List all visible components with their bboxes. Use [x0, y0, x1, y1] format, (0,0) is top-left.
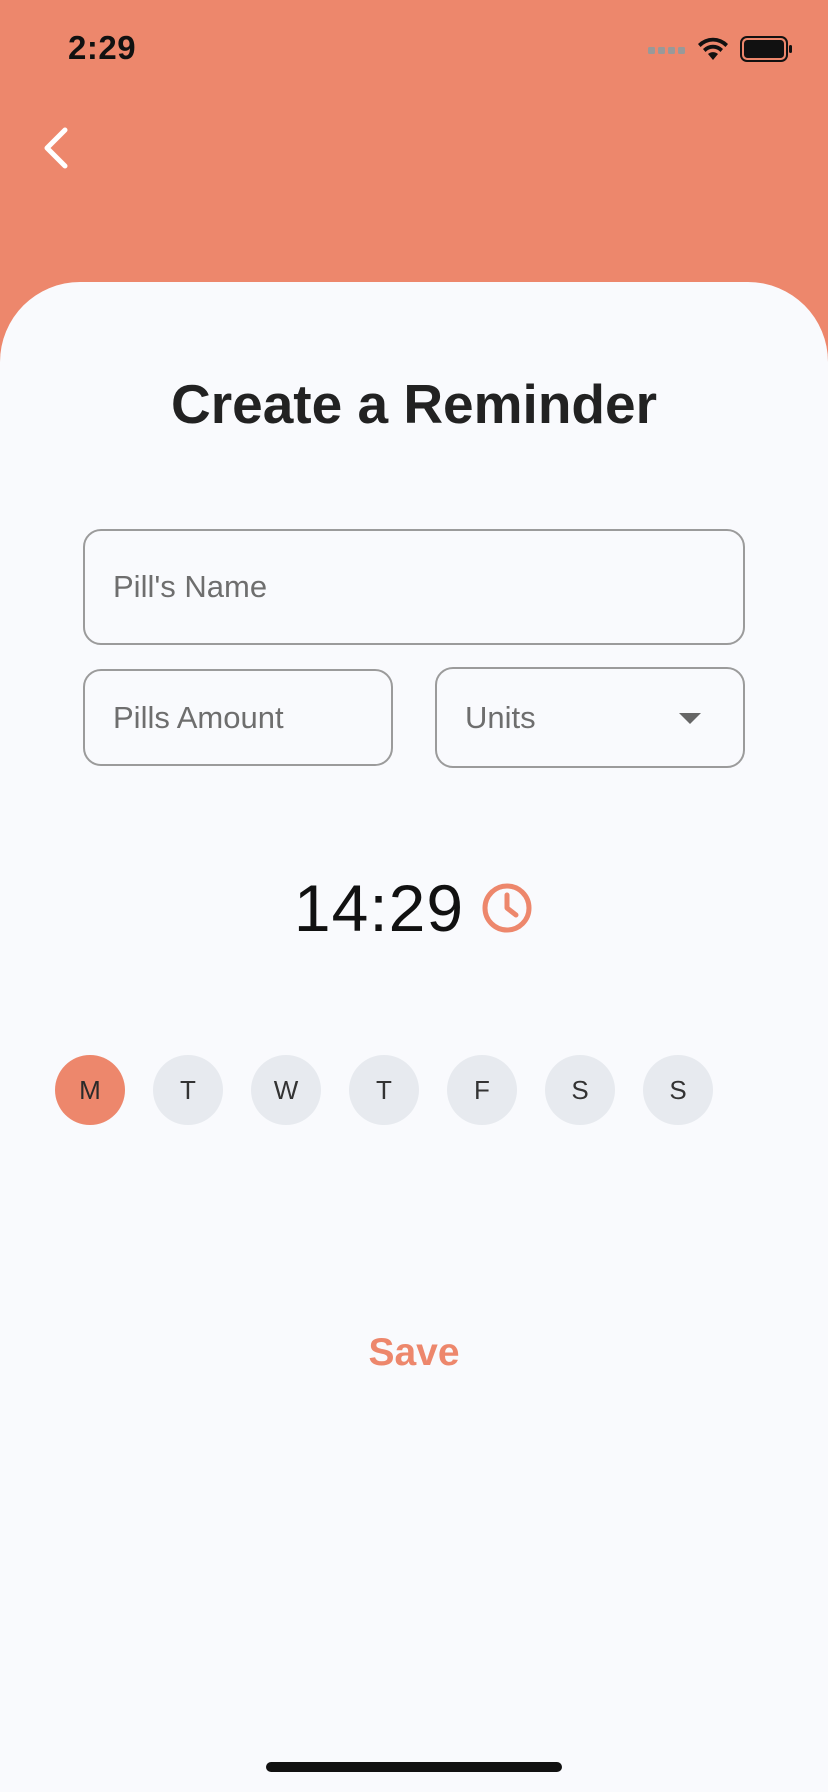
status-icons [648, 36, 794, 67]
back-button[interactable] [34, 122, 78, 178]
signal-icon [648, 43, 686, 61]
content-sheet [0, 282, 828, 1792]
weekday-selector: M T W T F S S [55, 1055, 713, 1125]
day-sunday[interactable]: S [643, 1055, 713, 1125]
reminder-time[interactable]: 14:29 [294, 870, 464, 946]
wifi-icon [696, 36, 730, 67]
units-dropdown[interactable]: Units [435, 667, 745, 768]
home-indicator [266, 1762, 562, 1772]
caret-down-icon [679, 713, 701, 724]
save-button[interactable]: Save [314, 1320, 514, 1386]
status-time: 2:29 [68, 29, 137, 66]
battery-icon [740, 36, 794, 67]
pills-amount-placeholder: Pills Amount [113, 699, 284, 735]
day-wednesday[interactable]: W [251, 1055, 321, 1125]
day-thursday[interactable]: T [349, 1055, 419, 1125]
pill-name-field[interactable]: Pill's Name [83, 529, 745, 645]
clock-icon[interactable] [480, 881, 534, 935]
units-selected-value: Units [465, 699, 536, 735]
page-title: Create a Reminder [170, 373, 658, 435]
day-friday[interactable]: F [447, 1055, 517, 1125]
day-tuesday[interactable]: T [153, 1055, 223, 1125]
time-picker-row: 14:29 [0, 870, 828, 946]
chevron-left-icon [41, 126, 71, 175]
day-saturday[interactable]: S [545, 1055, 615, 1125]
pill-name-placeholder: Pill's Name [113, 569, 268, 604]
status-bar: 2:29 [0, 0, 828, 100]
pills-amount-field[interactable]: Pills Amount [83, 669, 393, 766]
day-monday[interactable]: M [55, 1055, 125, 1125]
